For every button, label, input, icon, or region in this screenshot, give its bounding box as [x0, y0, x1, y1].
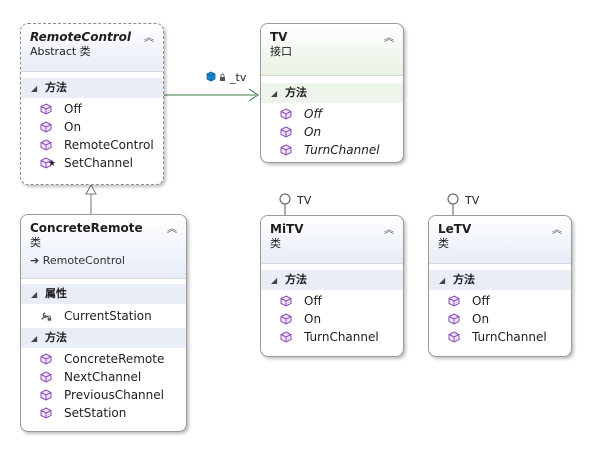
interface-stereotype: 接口: [270, 45, 292, 58]
expand-triangle-icon: ◢: [271, 276, 278, 285]
class-stereotype: 类: [30, 236, 41, 249]
methods-section-header[interactable]: ◢ 方法: [21, 78, 163, 98]
methods-section-header[interactable]: ◢ 方法: [21, 328, 186, 348]
lock-icon: [219, 73, 225, 81]
class-stereotype: 类: [438, 237, 449, 250]
remote-control-class[interactable]: RemoteControl Abstract 类 ︽ ◢ 方法 Off On Re…: [20, 23, 164, 185]
method-icon: [280, 108, 292, 120]
expand-triangle-icon: ◢: [31, 84, 38, 93]
class-stereotype: 类: [270, 237, 281, 250]
method-icon: [40, 407, 52, 419]
method-icon: [40, 121, 52, 133]
class-title: RemoteControl: [30, 30, 132, 44]
expand-triangle-icon: ◢: [439, 276, 446, 285]
protected-star-icon: ★: [48, 159, 57, 169]
interface-lollipop-icon: [279, 193, 291, 216]
concrete-remote-class[interactable]: ConcreteRemote 类 ➔ RemoteControl ︽ ◢ 属性 C…: [20, 214, 187, 432]
association-name: _tv: [230, 71, 247, 84]
association-label: _tv: [205, 70, 246, 84]
method-icon: [280, 331, 292, 343]
method-icon: [40, 353, 52, 365]
method-item[interactable]: PreviousChannel: [21, 386, 186, 404]
methods-section-header[interactable]: ◢ 方法: [261, 270, 403, 290]
method-icon: [280, 295, 292, 307]
method-item[interactable]: NextChannel: [21, 368, 186, 386]
method-item[interactable]: Off: [429, 292, 571, 310]
tv-interface[interactable]: TV 接口 ︽ ◢ 方法 Off On TurnChannel: [260, 23, 404, 163]
collapse-icon[interactable]: ︽: [143, 29, 155, 44]
mitv-class[interactable]: MiTV 类 ︽ ◢ 方法 Off On TurnChannel: [260, 215, 404, 357]
method-item[interactable]: Off: [21, 100, 163, 118]
collapse-icon[interactable]: ︽: [383, 221, 395, 236]
class-title: LeTV: [438, 222, 472, 236]
method-item[interactable]: ConcreteRemote: [21, 350, 186, 368]
method-item[interactable]: TurnChannel: [261, 141, 403, 159]
method-icon: [448, 331, 460, 343]
inheritance-arrowhead: [85, 183, 97, 195]
method-item[interactable]: On: [261, 310, 403, 328]
class-title: MiTV: [270, 222, 304, 236]
method-item[interactable]: Off: [261, 105, 403, 123]
method-item[interactable]: ★ SetChannel: [21, 154, 163, 172]
method-item[interactable]: RemoteControl: [21, 136, 163, 154]
method-icon: [448, 295, 460, 307]
property-item[interactable]: CurrentStation: [21, 307, 186, 325]
method-icon: [40, 103, 52, 115]
collapse-icon[interactable]: ︽: [166, 220, 178, 235]
wrench-lock-icon: [41, 312, 52, 321]
method-item[interactable]: On: [21, 118, 163, 136]
method-icon: [40, 371, 52, 383]
method-item[interactable]: TurnChannel: [429, 328, 571, 346]
field-icon: [206, 71, 216, 82]
method-item[interactable]: On: [429, 310, 571, 328]
method-item[interactable]: SetStation: [21, 404, 186, 422]
method-icon: [280, 126, 292, 138]
collapse-icon[interactable]: ︽: [551, 221, 563, 236]
class-stereotype: Abstract 类: [30, 45, 91, 58]
base-class-reference: ➔ RemoteControl: [30, 254, 125, 267]
expand-triangle-icon: ◢: [31, 290, 38, 299]
methods-section-header[interactable]: ◢ 方法: [429, 270, 571, 290]
method-item[interactable]: TurnChannel: [261, 328, 403, 346]
letv-class[interactable]: LeTV 类 ︽ ◢ 方法 Off On TurnChannel: [428, 215, 572, 357]
methods-section-header[interactable]: ◢ 方法: [261, 83, 403, 103]
method-icon: [40, 389, 52, 401]
inherits-arrow-icon: ➔: [30, 254, 43, 267]
method-icon: [280, 144, 292, 156]
method-icon: [448, 313, 460, 325]
expand-triangle-icon: ◢: [31, 334, 38, 343]
interface-title: TV: [270, 30, 288, 44]
lollipop-label: TV: [297, 194, 312, 207]
method-item[interactable]: Off: [261, 292, 403, 310]
collapse-icon[interactable]: ︽: [383, 29, 395, 44]
method-item[interactable]: On: [261, 123, 403, 141]
properties-section-header[interactable]: ◢ 属性: [21, 284, 186, 304]
method-icon: [40, 139, 52, 151]
interface-lollipop-icon: [447, 193, 459, 216]
expand-triangle-icon: ◢: [271, 89, 278, 98]
class-title: ConcreteRemote: [30, 221, 143, 235]
method-icon: [280, 313, 292, 325]
lollipop-label: TV: [465, 194, 480, 207]
